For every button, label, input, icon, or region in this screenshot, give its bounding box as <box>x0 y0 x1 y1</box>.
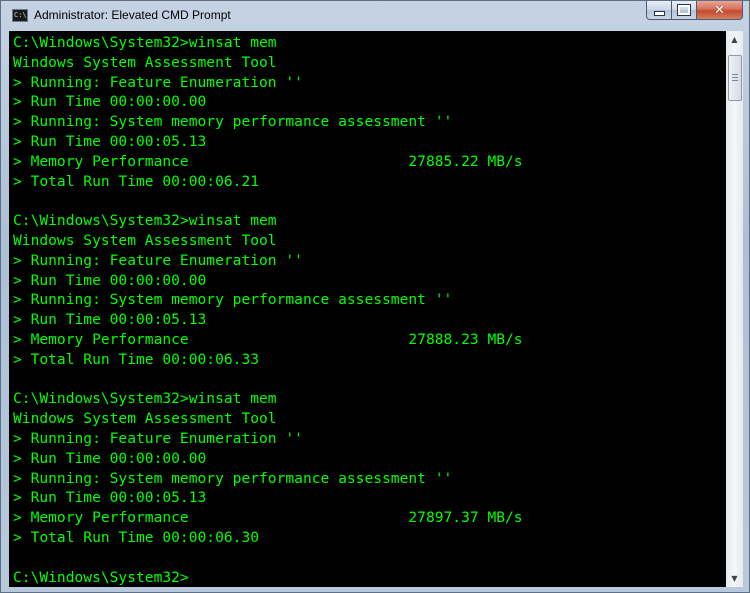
console-text: C:\Windows\System32>winsat mem Windows Sy… <box>13 33 523 587</box>
console-line: > Memory Performance 27885.22 MB/s <box>13 152 523 170</box>
maximize-button[interactable] <box>672 1 697 20</box>
minimize-button[interactable] <box>646 1 672 20</box>
grip-line <box>732 74 738 75</box>
console-line: > Total Run Time 00:00:06.30 <box>13 528 260 546</box>
console-line: > Running: Feature Enumeration '' <box>13 73 303 91</box>
caption-buttons: ✕ <box>646 1 743 21</box>
maximize-icon <box>677 4 691 16</box>
console-line: C:\Windows\System32>winsat mem <box>13 390 277 408</box>
grip-line <box>732 80 738 81</box>
window-title: Administrator: Elevated CMD Prompt <box>34 8 231 22</box>
cmd-window: C:\ Administrator: Elevated CMD Prompt ✕… <box>0 0 750 593</box>
console-line: Windows System Assessment Tool <box>13 410 277 428</box>
close-button[interactable]: ✕ <box>697 1 743 20</box>
console-line: > Run Time 00:00:05.13 <box>13 489 207 507</box>
console-line: > Run Time 00:00:00.00 <box>13 449 207 467</box>
chevron-up-icon: ▲ <box>731 35 738 44</box>
scroll-thumb[interactable] <box>728 55 742 101</box>
console-line: > Running: System memory performance ass… <box>13 113 453 131</box>
minimize-icon <box>653 10 665 16</box>
console-line: > Run Time 00:00:05.13 <box>13 132 207 150</box>
console-line: > Run Time 00:00:00.00 <box>13 271 207 289</box>
console-line: C:\Windows\System32>winsat mem <box>13 34 277 51</box>
title-bar[interactable]: C:\ Administrator: Elevated CMD Prompt ✕ <box>1 1 749 31</box>
console-line: > Total Run Time 00:00:06.21 <box>13 172 260 190</box>
console-line: > Memory Performance 27897.37 MB/s <box>13 509 523 527</box>
scroll-up-button[interactable]: ▲ <box>726 31 743 48</box>
console-line: > Running: System memory performance ass… <box>13 469 453 487</box>
vertical-scrollbar[interactable]: ▲ ▼ <box>726 31 743 587</box>
console-line: > Running: Feature Enumeration '' <box>13 251 303 269</box>
console-line: C:\Windows\System32> <box>13 568 189 586</box>
cmd-app-icon[interactable]: C:\ <box>12 9 28 22</box>
console-line: > Run Time 00:00:05.13 <box>13 311 207 329</box>
console-line: > Run Time 00:00:00.00 <box>13 93 207 111</box>
console-output[interactable]: C:\Windows\System32>winsat mem Windows Sy… <box>9 31 726 587</box>
console-line: > Total Run Time 00:00:06.33 <box>13 350 260 368</box>
chevron-down-icon: ▼ <box>731 574 738 583</box>
console-line: C:\Windows\System32>winsat mem <box>13 212 277 230</box>
scroll-down-button[interactable]: ▼ <box>726 570 743 587</box>
console-line: > Memory Performance 27888.23 MB/s <box>13 330 523 348</box>
grip-line <box>732 77 738 78</box>
console-line: Windows System Assessment Tool <box>13 53 277 71</box>
console-line: > Running: System memory performance ass… <box>13 291 453 309</box>
console-line: Windows System Assessment Tool <box>13 231 277 249</box>
close-icon: ✕ <box>714 2 725 18</box>
console-line: > Running: Feature Enumeration '' <box>13 429 303 447</box>
